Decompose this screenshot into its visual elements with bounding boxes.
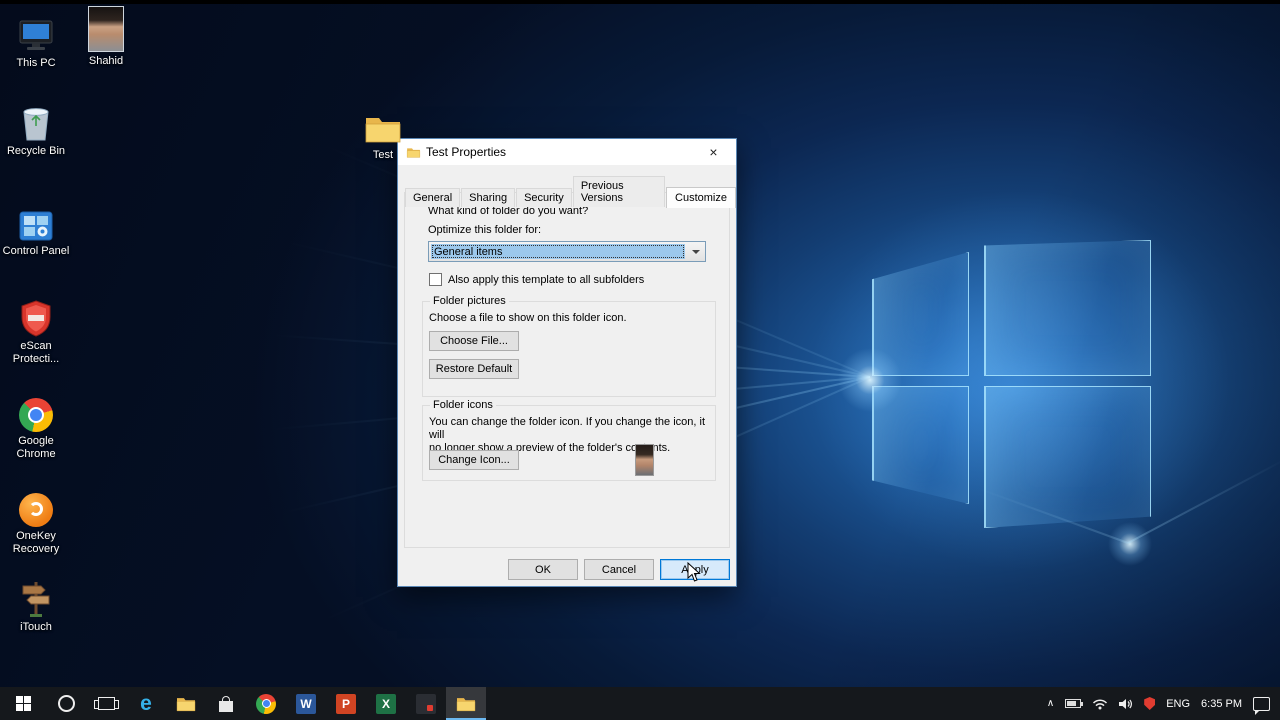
tab-security[interactable]: Security xyxy=(516,188,572,207)
description-line1: You can change the folder icon. If you c… xyxy=(429,416,705,441)
desktop-icon-label: OneKey Recovery xyxy=(0,530,72,556)
system-tray: ∧ ENG 6:35 PM xyxy=(1047,687,1280,720)
optimize-label: Optimize this folder for: xyxy=(428,224,541,236)
desktop-icon-label: iTouch xyxy=(0,621,72,634)
cancel-button[interactable]: Cancel xyxy=(584,559,654,580)
customize-tab-page: What kind of folder do you want? Optimiz… xyxy=(404,192,730,548)
desktop-icon-recycle-bin[interactable]: Recycle Bin xyxy=(0,96,72,158)
apply-template-checkbox-row[interactable]: Also apply this template to all subfolde… xyxy=(429,273,644,286)
shield-icon xyxy=(0,291,72,337)
taskbar-chrome[interactable] xyxy=(246,687,286,720)
taskbar-powerpoint[interactable]: P xyxy=(326,687,366,720)
edge-icon: e xyxy=(140,693,152,714)
chrome-icon xyxy=(0,386,72,432)
folder-icons-group: Folder icons You can change the folder i… xyxy=(422,405,716,481)
desktop-icon-label: Google Chrome xyxy=(0,435,72,461)
desktop-icon-chrome[interactable]: Google Chrome xyxy=(0,386,72,461)
desktop-icon-label: Shahid xyxy=(70,55,142,68)
desktop-icon-label: Control Panel xyxy=(0,245,72,258)
network-icon[interactable] xyxy=(1092,698,1108,710)
onekey-recovery-icon xyxy=(0,481,72,527)
powerpoint-icon: P xyxy=(336,694,356,714)
tab-general[interactable]: General xyxy=(405,188,460,207)
taskbar: e W P X xyxy=(0,687,1280,720)
group-legend: Folder icons xyxy=(430,399,496,411)
task-view-button[interactable] xyxy=(86,687,126,720)
desktop: This PC Shahid Recycle Bin Contro xyxy=(0,0,1280,720)
desktop-icon-shahid[interactable]: Shahid xyxy=(70,6,142,68)
windows-logo-icon xyxy=(16,696,31,711)
start-button[interactable] xyxy=(0,687,46,720)
folder-pictures-description: Choose a file to show on this folder ico… xyxy=(429,312,627,325)
tab-previous-versions[interactable]: Previous Versions xyxy=(573,176,665,207)
change-icon-button[interactable]: Change Icon... xyxy=(429,450,519,470)
dropdown-selected-value: General items xyxy=(431,244,685,259)
checkbox-label: Also apply this template to all subfolde… xyxy=(448,274,644,286)
taskbar-excel[interactable]: X xyxy=(366,687,406,720)
store-icon xyxy=(219,701,233,712)
folder-pictures-group: Folder pictures Choose a file to show on… xyxy=(422,301,716,397)
control-panel-icon xyxy=(0,196,72,242)
escan-tray-icon[interactable] xyxy=(1144,697,1155,710)
word-icon: W xyxy=(296,694,316,714)
ok-button[interactable]: OK xyxy=(508,559,578,580)
folder-icon xyxy=(347,100,419,146)
light-flare xyxy=(1108,522,1152,566)
desktop-icon-label: This PC xyxy=(0,57,72,70)
optimize-for-dropdown[interactable]: General items xyxy=(428,241,706,262)
restore-default-button[interactable]: Restore Default xyxy=(429,359,519,379)
cortana-search-button[interactable] xyxy=(46,687,86,720)
apply-button[interactable]: Apply xyxy=(660,559,730,580)
recycle-bin-icon xyxy=(0,96,72,142)
taskbar-edge[interactable]: e xyxy=(126,687,166,720)
taskbar-pinned-app[interactable] xyxy=(406,687,446,720)
dialog-title: Test Properties xyxy=(426,145,506,159)
desktop-icon-control-panel[interactable]: Control Panel xyxy=(0,196,72,258)
pinned-app-icon xyxy=(416,694,436,714)
group-legend: Folder pictures xyxy=(430,295,509,307)
desktop-icon-onekey[interactable]: OneKey Recovery xyxy=(0,481,72,556)
this-pc-icon xyxy=(0,8,72,54)
letterbox-bar xyxy=(0,0,1280,4)
desktop-icon-itouch[interactable]: iTouch xyxy=(0,572,72,634)
desktop-icon-label: Recycle Bin xyxy=(0,145,72,158)
signpost-icon xyxy=(0,572,72,618)
light-flare xyxy=(838,348,902,412)
language-indicator[interactable]: ENG xyxy=(1166,698,1190,710)
taskbar-open-folder[interactable] xyxy=(446,687,486,720)
battery-icon[interactable] xyxy=(1065,699,1081,708)
chevron-down-icon[interactable] xyxy=(686,242,705,261)
desktop-icon-label: Test xyxy=(347,149,419,162)
volume-icon[interactable] xyxy=(1119,698,1133,710)
task-view-icon xyxy=(98,697,115,710)
excel-icon: X xyxy=(376,694,396,714)
taskbar-store[interactable] xyxy=(206,687,246,720)
photo-icon xyxy=(70,6,142,52)
windows-logo-pane xyxy=(984,240,1151,376)
desktop-icon-this-pc[interactable]: This PC xyxy=(0,8,72,70)
taskbar-word[interactable]: W xyxy=(286,687,326,720)
checkbox[interactable] xyxy=(429,273,442,286)
open-folder-icon xyxy=(455,695,477,713)
search-icon xyxy=(58,695,75,712)
clock[interactable]: 6:35 PM xyxy=(1201,698,1242,710)
close-icon[interactable]: × xyxy=(691,139,736,165)
taskbar-file-explorer[interactable] xyxy=(166,687,206,720)
chrome-icon xyxy=(256,694,276,714)
choose-file-button[interactable]: Choose File... xyxy=(429,331,519,351)
desktop-icon-escan[interactable]: eScan Protecti... xyxy=(0,291,72,366)
action-center-icon[interactable] xyxy=(1253,697,1270,711)
tab-strip: General Sharing Security Previous Versio… xyxy=(405,176,736,207)
show-hidden-icons-button[interactable]: ∧ xyxy=(1047,698,1054,709)
desktop-icon-label: eScan Protecti... xyxy=(0,340,72,366)
test-properties-dialog: Test Properties × General Sharing Securi… xyxy=(397,138,737,587)
tab-customize[interactable]: Customize xyxy=(666,187,736,208)
desktop-icon-test-folder[interactable]: Test xyxy=(347,100,419,162)
file-explorer-icon xyxy=(175,695,197,713)
windows-logo-pane xyxy=(984,386,1151,528)
dialog-titlebar[interactable]: Test Properties × xyxy=(398,139,736,165)
folder-icon-preview-photo xyxy=(635,444,654,476)
tab-sharing[interactable]: Sharing xyxy=(461,188,515,207)
